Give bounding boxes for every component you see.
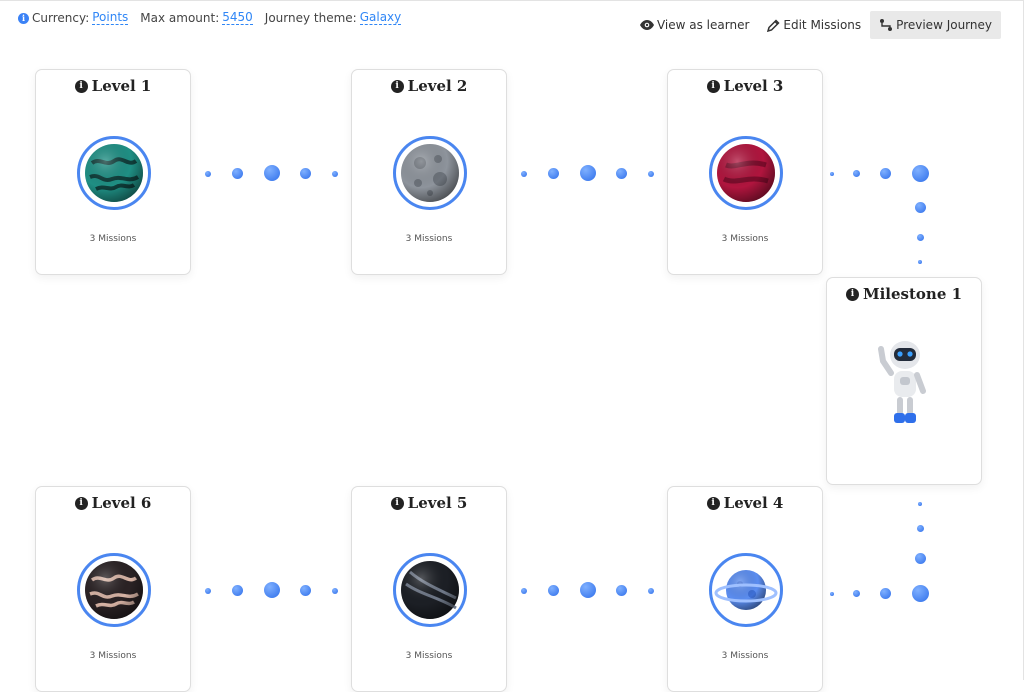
pencil-icon — [767, 18, 780, 32]
path-dot — [917, 234, 924, 241]
level-card-5[interactable]: i Level 5 3 Missions — [351, 486, 507, 692]
path-dot — [521, 588, 527, 594]
missions-count: 3 Missions — [405, 651, 453, 661]
currency-value[interactable]: Points — [92, 11, 129, 25]
currency-label: Currency: — [32, 11, 90, 25]
planet-ring[interactable] — [77, 553, 151, 627]
robot-mascot-icon — [878, 341, 926, 423]
level-card-6[interactable]: i Level 6 3 Missions — [35, 486, 191, 692]
level-title: i Level 6 — [36, 494, 190, 512]
ringed-blue-planet-icon — [714, 570, 778, 610]
path-dot — [648, 588, 654, 594]
level-card-3[interactable]: i Level 3 3 Missions — [667, 69, 823, 275]
path-dot — [880, 588, 891, 599]
path-dot — [648, 171, 654, 177]
path-dot — [616, 585, 627, 596]
planet-ring[interactable] — [393, 136, 467, 210]
path-dot — [521, 171, 527, 177]
edit-missions-label: Edit Missions — [783, 18, 862, 32]
view-as-learner-button[interactable]: View as learner — [631, 11, 758, 39]
path-dot — [853, 170, 860, 177]
path-dot — [918, 502, 922, 506]
path-dot — [300, 585, 311, 596]
theme-value[interactable]: Galaxy — [359, 11, 402, 25]
path-dot — [580, 582, 596, 598]
path-dot — [300, 168, 311, 179]
eye-icon — [639, 20, 654, 30]
max-amount-label: Max amount: — [140, 11, 220, 25]
level-card-4[interactable]: i Level 4 3 Missions — [667, 486, 823, 692]
info-icon[interactable]: i — [390, 496, 404, 510]
level-title: i Level 5 — [352, 494, 506, 512]
path-dot — [830, 592, 834, 596]
level-title: i Level 3 — [668, 77, 822, 95]
path-dot — [548, 168, 559, 179]
theme-label: Journey theme: — [264, 11, 357, 25]
path-dot — [205, 171, 211, 177]
path-dot — [616, 168, 627, 179]
level-title: i Level 4 — [668, 494, 822, 512]
level-title: i Level 2 — [352, 77, 506, 95]
info-icon[interactable]: i — [74, 79, 88, 93]
info-icon[interactable]: i — [845, 287, 859, 301]
path-dot — [232, 168, 243, 179]
level-title: i Level 1 — [36, 77, 190, 95]
black-striped-planet-icon — [401, 561, 459, 619]
path-dot — [917, 525, 924, 532]
missions-count: 3 Missions — [89, 651, 137, 661]
path-dot — [580, 165, 596, 181]
missions-count: 3 Missions — [405, 234, 453, 244]
view-as-learner-label: View as learner — [656, 18, 750, 32]
path-dot — [915, 553, 926, 564]
path-dot — [264, 165, 280, 181]
preview-journey-button[interactable]: Preview Journey — [870, 11, 1001, 39]
path-dot — [264, 582, 280, 598]
path-dot — [853, 590, 860, 597]
level-card-1[interactable]: i Level 1 3 Missions — [35, 69, 191, 275]
journey-path-icon — [880, 19, 893, 31]
missions-count: 3 Missions — [89, 234, 137, 244]
planet-ring[interactable] — [709, 553, 783, 627]
teal-swirl-planet-icon — [85, 144, 143, 202]
dark-swirl-planet-icon — [85, 561, 143, 619]
info-icon[interactable]: i — [18, 12, 29, 24]
planet-ring[interactable] — [393, 553, 467, 627]
missions-count: 3 Missions — [721, 651, 769, 661]
milestone-title: i Milestone 1 — [827, 285, 981, 303]
path-dot — [880, 168, 891, 179]
path-dot — [830, 172, 834, 176]
info-icon[interactable]: i — [74, 496, 88, 510]
path-dot — [915, 202, 926, 213]
path-dot — [912, 165, 929, 182]
path-dot — [912, 585, 929, 602]
crimson-planet-icon — [717, 144, 775, 202]
planet-ring[interactable] — [77, 136, 151, 210]
path-dot — [548, 585, 559, 596]
top-border — [0, 0, 1024, 1]
edit-missions-button[interactable]: Edit Missions — [758, 11, 870, 39]
path-dot — [205, 588, 211, 594]
path-dot — [332, 588, 338, 594]
toolbar: View as learner Edit Missions Preview Jo… — [631, 11, 1001, 39]
grey-moon-planet-icon — [401, 144, 459, 202]
level-card-2[interactable]: i Level 2 3 Missions — [351, 69, 507, 275]
info-icon[interactable]: i — [390, 79, 404, 93]
planet-ring[interactable] — [709, 136, 783, 210]
info-icon[interactable]: i — [706, 79, 720, 93]
preview-journey-label: Preview Journey — [896, 18, 992, 32]
info-icon[interactable]: i — [706, 496, 720, 510]
path-dot — [232, 585, 243, 596]
max-amount-value[interactable]: 5450 — [222, 11, 253, 25]
path-dot — [332, 171, 338, 177]
milestone-card-1[interactable]: i Milestone 1 — [826, 277, 982, 485]
path-dot — [918, 260, 922, 264]
missions-count: 3 Missions — [721, 234, 769, 244]
journey-meta: i Currency: Points Max amount: 5450 Jour… — [18, 11, 402, 25]
